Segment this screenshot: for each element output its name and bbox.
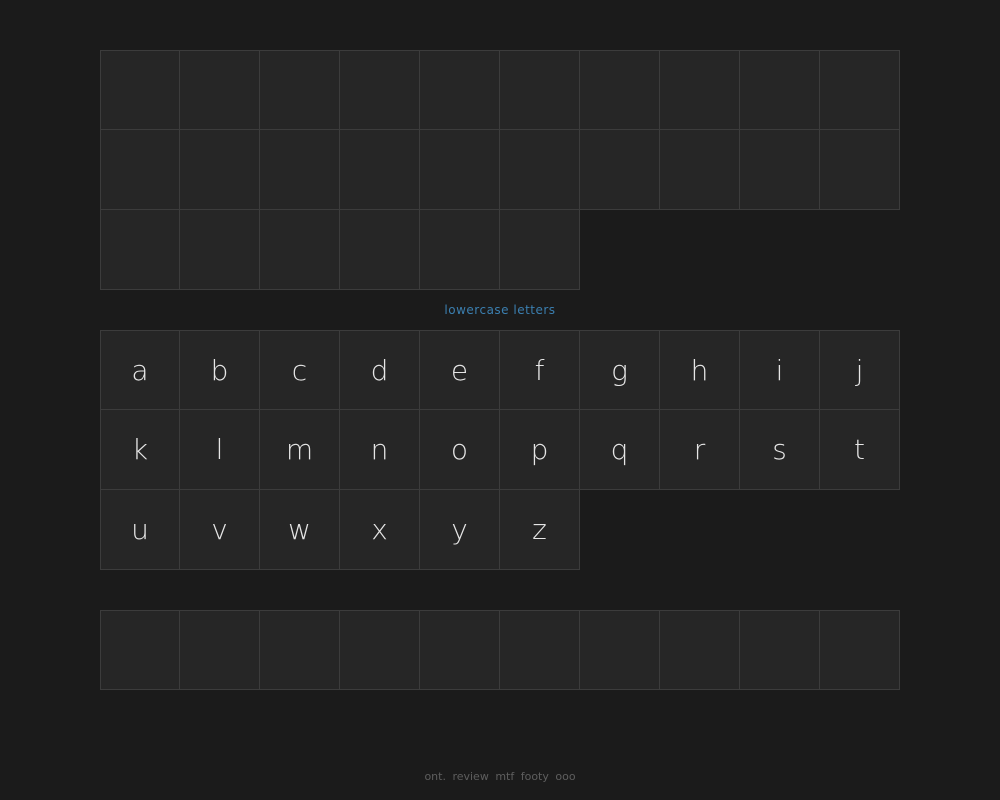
uppercase-glyph-cell bbox=[820, 130, 900, 210]
uppercase-glyph-cell bbox=[180, 130, 260, 210]
lowercase-glyph-cell: q bbox=[580, 410, 660, 490]
lowercase-glyph-cell: e bbox=[420, 330, 500, 410]
lowercase-glyph-cell: s bbox=[740, 410, 820, 490]
uppercase-grid bbox=[100, 50, 900, 290]
lowercase-glyph-cell: t bbox=[820, 410, 900, 490]
lowercase-glyph-cell: d bbox=[340, 330, 420, 410]
lowercase-glyph-cell: m bbox=[260, 410, 340, 490]
extra-glyph-cell bbox=[180, 610, 260, 690]
lowercase-glyph-cell: a bbox=[100, 330, 180, 410]
uppercase-glyph-cell bbox=[340, 210, 420, 290]
lowercase-glyph-cell: k bbox=[100, 410, 180, 490]
lowercase-glyph-cell: c bbox=[260, 330, 340, 410]
lowercase-glyph-cell: i bbox=[740, 330, 820, 410]
lowercase-glyph-cell: z bbox=[500, 490, 580, 570]
uppercase-glyph-cell bbox=[340, 50, 420, 130]
uppercase-glyph-cell bbox=[500, 210, 580, 290]
extra-glyph-cell bbox=[740, 610, 820, 690]
lowercase-glyph-cell: b bbox=[180, 330, 260, 410]
uppercase-glyph-cell bbox=[420, 130, 500, 210]
lowercase-glyph-cell: v bbox=[180, 490, 260, 570]
lowercase-glyph-cell: n bbox=[340, 410, 420, 490]
lowercase-glyph-cell: g bbox=[580, 330, 660, 410]
uppercase-glyph-cell bbox=[100, 210, 180, 290]
lowercase-glyph-cell: p bbox=[500, 410, 580, 490]
uppercase-glyph-cell bbox=[740, 130, 820, 210]
uppercase-glyph-cell bbox=[420, 210, 500, 290]
lowercase-glyph-cell: l bbox=[180, 410, 260, 490]
uppercase-glyph-cell bbox=[420, 50, 500, 130]
uppercase-glyph-cell bbox=[820, 50, 900, 130]
extra-glyph-cell bbox=[100, 610, 180, 690]
uppercase-glyph-cell bbox=[180, 210, 260, 290]
uppercase-glyph-cell bbox=[500, 50, 580, 130]
uppercase-glyph-cell bbox=[580, 130, 660, 210]
uppercase-glyph-cell bbox=[340, 130, 420, 210]
uppercase-glyph-cell bbox=[260, 130, 340, 210]
lowercase-glyph-cell: w bbox=[260, 490, 340, 570]
uppercase-glyph-cell bbox=[100, 50, 180, 130]
lowercase-glyph-cell: u bbox=[100, 490, 180, 570]
lowercase-glyph-cell: r bbox=[660, 410, 740, 490]
extra-glyph-cell bbox=[340, 610, 420, 690]
uppercase-glyph-cell bbox=[740, 50, 820, 130]
uppercase-glyph-cell bbox=[100, 130, 180, 210]
extra-glyph-cell bbox=[500, 610, 580, 690]
extra-glyph-grid bbox=[100, 610, 900, 690]
lowercase-glyph-cell: f bbox=[500, 330, 580, 410]
uppercase-glyph-cell bbox=[500, 130, 580, 210]
lowercase-glyph-cell: o bbox=[420, 410, 500, 490]
uppercase-glyph-cell bbox=[660, 130, 740, 210]
uppercase-glyph-cell bbox=[260, 50, 340, 130]
uppercase-glyph-cell bbox=[180, 50, 260, 130]
extra-glyph-cell bbox=[580, 610, 660, 690]
extra-glyph-cell bbox=[260, 610, 340, 690]
extra-glyph-cell bbox=[820, 610, 900, 690]
lowercase-glyph-cell: h bbox=[660, 330, 740, 410]
footer-credit: ont. review mtf footy ooo bbox=[424, 770, 576, 783]
lowercase-glyph-cell: x bbox=[340, 490, 420, 570]
section-title-lowercase: lowercase letters bbox=[444, 303, 556, 317]
extra-glyph-cell bbox=[660, 610, 740, 690]
lowercase-grid: abcdefghij klmnopqrst uvwxyz bbox=[100, 330, 900, 570]
lowercase-glyph-cell: j bbox=[820, 330, 900, 410]
uppercase-glyph-cell bbox=[660, 50, 740, 130]
extra-glyph-cell bbox=[420, 610, 500, 690]
uppercase-glyph-cell bbox=[580, 50, 660, 130]
uppercase-glyph-cell bbox=[260, 210, 340, 290]
lowercase-glyph-cell: y bbox=[420, 490, 500, 570]
